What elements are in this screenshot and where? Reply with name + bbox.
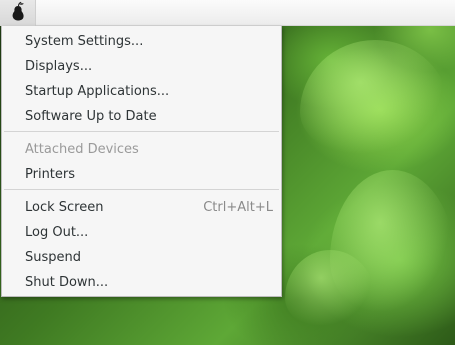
menu-item-log-out[interactable]: Log Out... [2, 220, 281, 245]
wallpaper-leaf [300, 40, 450, 160]
menu-item-shut-down[interactable]: Shut Down... [2, 270, 281, 295]
system-menu-button[interactable] [0, 0, 36, 26]
menu-item-attached-devices: Attached Devices [2, 137, 281, 162]
menu-item-displays[interactable]: Displays... [2, 54, 281, 79]
system-menu: System Settings... Displays... Startup A… [1, 26, 282, 297]
top-panel [0, 0, 455, 26]
menu-item-lock-screen[interactable]: Lock Screen Ctrl+Alt+L [2, 195, 281, 220]
lock-screen-shortcut: Ctrl+Alt+L [203, 200, 273, 215]
menu-item-label: Startup Applications... [25, 84, 170, 99]
menu-item-label: Displays... [25, 59, 93, 74]
menu-item-startup-applications[interactable]: Startup Applications... [2, 79, 281, 104]
menu-item-label: Log Out... [25, 225, 89, 240]
menu-item-label: Software Up to Date [25, 109, 157, 124]
menu-item-label: Attached Devices [25, 142, 139, 157]
menu-item-label: System Settings... [25, 34, 144, 49]
menu-item-system-settings[interactable]: System Settings... [2, 29, 281, 54]
pear-icon [10, 1, 26, 25]
menu-item-suspend[interactable]: Suspend [2, 245, 281, 270]
menu-item-printers[interactable]: Printers [2, 162, 281, 187]
menu-item-label: Suspend [25, 250, 82, 265]
menu-separator [4, 189, 279, 190]
menu-item-label: Shut Down... [25, 275, 109, 290]
menu-item-label: Lock Screen [25, 200, 104, 215]
menu-item-label: Printers [25, 167, 76, 182]
menu-separator [4, 131, 279, 132]
menu-item-software-up-to-date[interactable]: Software Up to Date [2, 104, 281, 129]
